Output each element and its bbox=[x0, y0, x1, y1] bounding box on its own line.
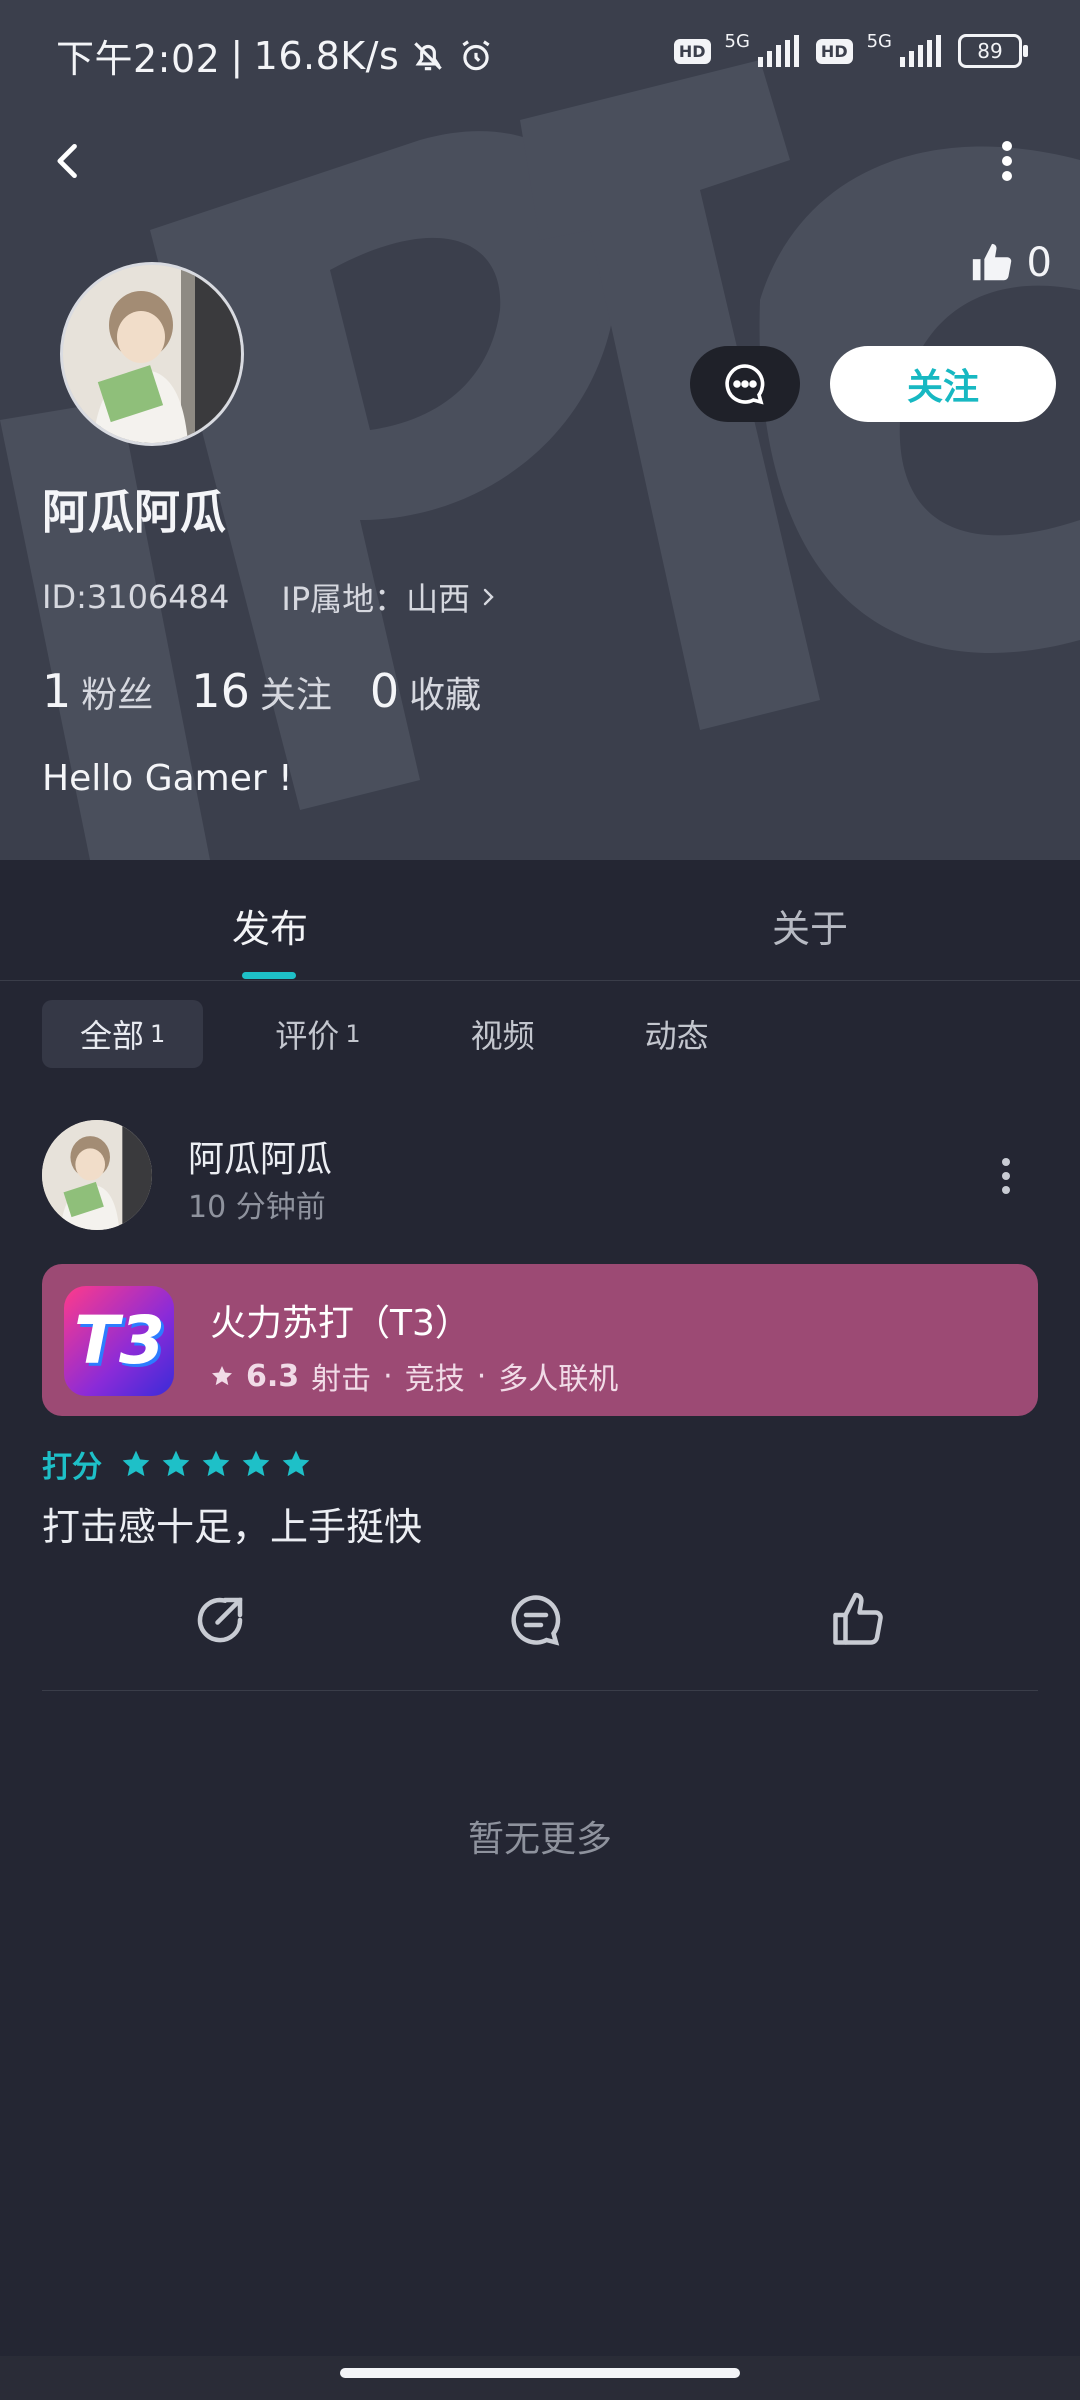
status-speed: 16.8K/s bbox=[253, 33, 400, 78]
review-text: 打击感十足，上手挺快 bbox=[42, 1505, 423, 1549]
post-like-button[interactable] bbox=[818, 1580, 898, 1660]
profile-like-button[interactable]: 0 bbox=[969, 240, 1052, 286]
profile-username: 阿瓜阿瓜 bbox=[42, 485, 226, 539]
post-author-name[interactable]: 阿瓜阿瓜 bbox=[188, 1130, 332, 1182]
score-row: 打分 bbox=[42, 1442, 312, 1486]
stat-label: 关注 bbox=[259, 675, 332, 716]
comment-icon bbox=[511, 1595, 561, 1646]
bell-muted-icon bbox=[414, 41, 443, 70]
post-actions bbox=[0, 1580, 1080, 1670]
filter-label: 视频 bbox=[470, 1017, 535, 1055]
hd-badge-2: HD bbox=[815, 38, 853, 64]
filter-review[interactable]: 评价 1 bbox=[237, 1000, 398, 1068]
battery-indicator: 89 bbox=[958, 34, 1028, 68]
more-vertical-icon bbox=[1002, 1158, 1010, 1194]
comment-button[interactable] bbox=[496, 1580, 576, 1660]
game-card[interactable]: T3 火力苏打（T3） 6.3 射击 · 竞技 · 多人联机 bbox=[42, 1264, 1038, 1416]
avatar-image bbox=[63, 265, 241, 443]
game-tag: 多人联机 bbox=[498, 1362, 619, 1397]
filter-video[interactable]: 视频 bbox=[433, 1000, 573, 1068]
filter-count: 1 bbox=[345, 1020, 361, 1048]
favorites-stat[interactable]: 0 收藏 bbox=[370, 664, 481, 718]
network-label: 5G bbox=[724, 30, 750, 52]
follow-button[interactable]: 关注 bbox=[830, 346, 1056, 422]
star-icon bbox=[202, 1450, 230, 1477]
filter-all[interactable]: 全部 1 bbox=[42, 1000, 204, 1068]
more-options-button[interactable] bbox=[972, 126, 1042, 196]
profile-like-count: 0 bbox=[1026, 240, 1052, 286]
profile-avatar[interactable] bbox=[60, 262, 244, 446]
more-vertical-icon bbox=[1002, 141, 1012, 181]
home-indicator[interactable] bbox=[340, 2368, 740, 2378]
tab-about[interactable]: 关于 bbox=[772, 898, 848, 953]
profile-bio: Hello Gamer ! bbox=[42, 758, 293, 799]
post-timestamp: 10 分钟前 bbox=[188, 1190, 326, 1225]
tab-indicator bbox=[242, 972, 296, 979]
share-button[interactable] bbox=[180, 1580, 260, 1660]
profile-stats: 1 粉丝 16 关注 0 收藏 bbox=[42, 664, 481, 718]
game-icon: T3 bbox=[64, 1286, 174, 1396]
stat-number: 1 bbox=[42, 664, 72, 718]
game-meta: 6.3 射击 · 竞技 · 多人联机 bbox=[210, 1354, 618, 1398]
avatar-image bbox=[42, 1120, 152, 1230]
star-icon bbox=[162, 1450, 190, 1477]
ip-location-text: IP属地：山西 bbox=[281, 580, 471, 618]
bottom-gesture-bar bbox=[0, 2356, 1080, 2400]
game-rating: 6.3 bbox=[246, 1358, 300, 1394]
chevron-right-icon bbox=[483, 588, 494, 606]
stat-label: 收藏 bbox=[409, 675, 482, 716]
post-divider bbox=[42, 1690, 1038, 1691]
star-icon bbox=[282, 1450, 310, 1477]
profile-meta: ID:3106484 IP属地：山西 bbox=[42, 574, 500, 620]
post-author-avatar[interactable] bbox=[42, 1120, 152, 1230]
message-button[interactable] bbox=[690, 346, 800, 422]
score-label: 打分 bbox=[42, 1450, 102, 1485]
share-icon bbox=[197, 1597, 243, 1643]
network-label-2: 5G bbox=[866, 30, 892, 52]
signal-icon-2 bbox=[900, 35, 941, 67]
chevron-left-icon bbox=[57, 143, 77, 179]
filter-label: 动态 bbox=[644, 1017, 709, 1055]
status-time: 下午2:02 bbox=[56, 37, 221, 81]
star-icon bbox=[122, 1450, 150, 1477]
game-tag: 竞技 bbox=[404, 1362, 465, 1397]
stat-number: 0 bbox=[369, 664, 400, 718]
game-title: 火力苏打（T3） bbox=[210, 1303, 471, 1344]
filter-count: 1 bbox=[150, 1020, 166, 1048]
status-bar: 下午2:02 | 16.8K/s HD 5G HD 5G 89 bbox=[0, 0, 1080, 110]
alarm-icon bbox=[462, 39, 490, 70]
filter-chips: 全部 1 评价 1 视频 动态 bbox=[42, 1000, 747, 1068]
thumbs-up-icon bbox=[972, 243, 1011, 281]
star-icon bbox=[212, 1366, 232, 1386]
stat-label: 粉丝 bbox=[81, 675, 154, 716]
following-stat[interactable]: 16 关注 bbox=[191, 664, 332, 718]
profile-header: 下午2:02 | 16.8K/s HD 5G HD 5G 89 0 关注 阿瓜阿… bbox=[0, 0, 1080, 860]
filter-label: 全部 bbox=[80, 1017, 145, 1055]
chat-bubble-icon bbox=[725, 364, 765, 405]
post-more-button[interactable] bbox=[1000, 1158, 1012, 1198]
game-icon-text: T3 bbox=[74, 1302, 165, 1379]
user-id: ID:3106484 bbox=[42, 578, 230, 616]
ip-location-link[interactable]: IP属地：山西 bbox=[281, 574, 500, 620]
no-more-label: 暂无更多 bbox=[467, 1819, 612, 1860]
followers-stat[interactable]: 1 粉丝 bbox=[42, 664, 153, 718]
game-tag: 射击 bbox=[311, 1362, 372, 1397]
signal-icon bbox=[757, 35, 799, 67]
tab-publish[interactable]: 发布 bbox=[232, 898, 308, 953]
filter-moments[interactable]: 动态 bbox=[607, 1000, 747, 1068]
filter-label: 评价 bbox=[275, 1017, 340, 1055]
star-icon bbox=[242, 1450, 270, 1477]
stat-number: 16 bbox=[191, 664, 250, 718]
content-tabs: 发布 关于 bbox=[0, 860, 1080, 981]
back-button[interactable] bbox=[34, 126, 104, 196]
thumbs-up-icon bbox=[833, 1592, 883, 1645]
hd-badge: HD bbox=[673, 38, 711, 64]
